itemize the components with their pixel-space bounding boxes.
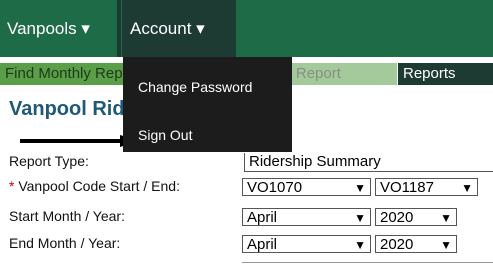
required-marker: * — [9, 178, 15, 194]
vanpool-code-start-select[interactable]: VO1070 ▼ — [242, 178, 371, 196]
end-year-select[interactable]: 2020 ▼ — [375, 235, 457, 253]
start-year-value: 2020 — [380, 209, 414, 226]
end-month-select[interactable]: April ▼ — [242, 235, 371, 253]
vanpool-code-label-text: Vanpool Code Start / End: — [18, 178, 180, 194]
menu-item-sign-out[interactable]: Sign Out — [138, 127, 192, 143]
start-month-label: Start Month / Year: — [9, 208, 125, 224]
account-dropdown-menu: Change Password Sign Out — [123, 57, 292, 152]
chevron-down-icon: ▼ — [354, 181, 366, 195]
menu-item-change-password[interactable]: Change Password — [138, 79, 252, 95]
report-type-select[interactable]: Ridership Summary — [244, 153, 493, 172]
vanpool-code-end-value: VO1187 — [380, 179, 434, 196]
end-year-value: 2020 — [380, 236, 414, 253]
end-month-label: End Month / Year: — [9, 235, 121, 251]
annotation-arrow-icon — [20, 135, 140, 147]
tab-reports[interactable]: Reports — [398, 63, 493, 85]
chevron-down-icon: ▼ — [354, 211, 366, 225]
report-type-value: Ridership Summary — [249, 153, 381, 170]
nav-divider — [117, 0, 121, 57]
nav-account-menu[interactable]: Account ▾ — [122, 0, 236, 57]
divider-line — [242, 262, 493, 263]
end-month-value: April — [247, 236, 278, 253]
chevron-down-icon: ▼ — [461, 181, 473, 195]
start-month-value: April — [247, 209, 278, 226]
start-year-select[interactable]: 2020 ▼ — [375, 208, 457, 226]
vanpool-code-start-value: VO1070 — [247, 179, 303, 196]
nav-vanpools-menu[interactable]: Vanpools ▾ — [0, 0, 120, 57]
chevron-down-icon: ▼ — [440, 211, 452, 225]
chevron-down-icon: ▼ — [440, 238, 452, 252]
vanpool-code-label: * Vanpool Code Start / End: — [9, 178, 180, 194]
top-navigation-bar: Vanpools ▾ Account ▾ — [0, 0, 493, 57]
start-month-select[interactable]: April ▼ — [242, 208, 371, 226]
vanpool-code-end-select[interactable]: VO1187 ▼ — [375, 178, 478, 196]
report-type-label: Report Type: — [9, 153, 89, 169]
chevron-down-icon: ▼ — [354, 238, 366, 252]
